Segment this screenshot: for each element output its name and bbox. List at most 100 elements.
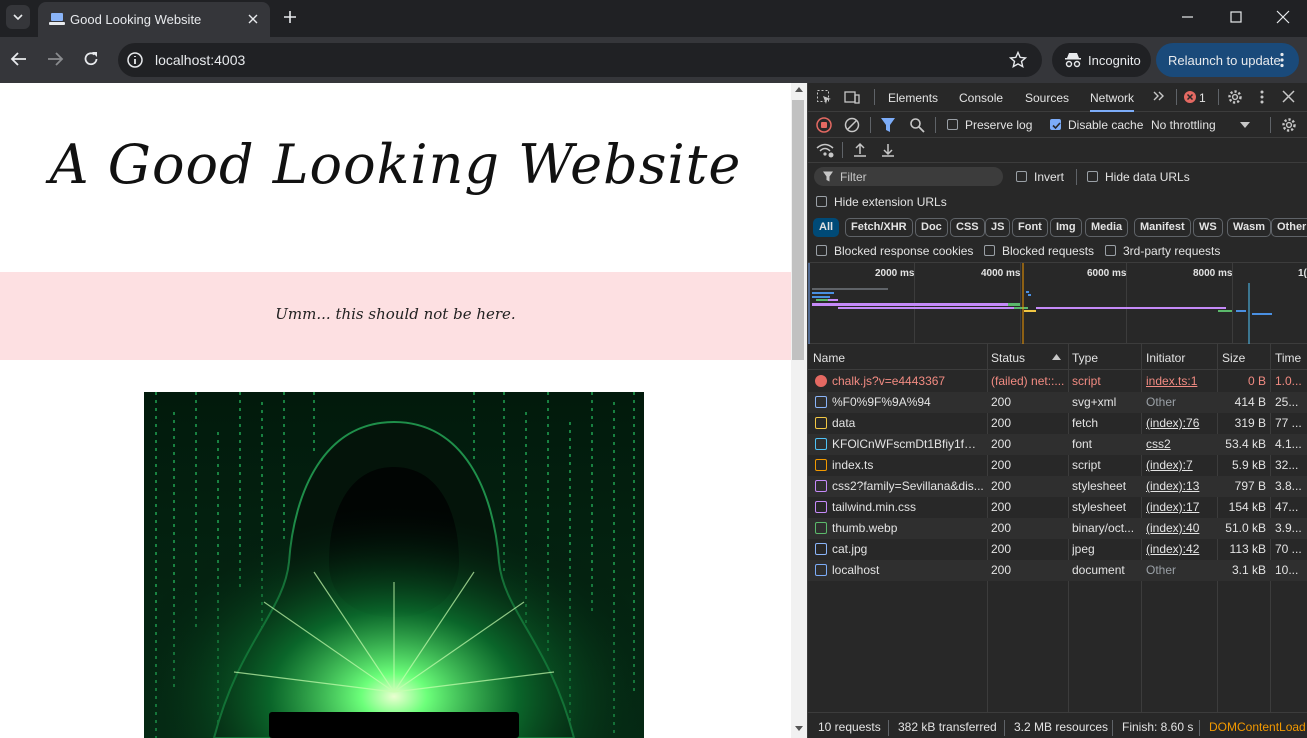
filter-chip-css[interactable]: CSS [950,218,985,237]
browser-toolbar: localhost:4003 Incognito Relaunch to upd… [0,37,1307,83]
maximize-icon[interactable] [1230,10,1242,24]
close-devtools-icon[interactable] [1282,90,1295,103]
disable-cache-checkbox[interactable] [1050,119,1061,130]
more-tabs-icon[interactable] [1152,89,1166,103]
filter-chip-js[interactable]: JS [985,218,1011,237]
inspect-element-icon[interactable] [816,89,832,105]
filter-chip-font[interactable]: Font [1012,218,1048,237]
network-toolbar-secondary [808,138,1307,163]
import-har-icon[interactable] [853,142,867,158]
request-row[interactable]: KFOlCnWFscmDt1Bfiy1fBB... 200 font css2 53.4… [808,434,1307,455]
close-tab-icon[interactable] [245,11,261,27]
request-size: 797 B [1234,479,1266,493]
tab-network[interactable]: Network [1090,91,1135,112]
column-initiator[interactable]: Initiator [1146,351,1185,365]
tab-console[interactable]: Console [959,91,1003,105]
address-bar[interactable]: localhost:4003 [118,43,1042,77]
request-row[interactable]: tailwind.min.css 200 stylesheet (index):17 1… [808,497,1307,518]
request-row[interactable]: css2?family=Sevillana&dis... 200 styleshee… [808,476,1307,497]
relaunch-to-update-button[interactable]: Relaunch to update [1156,43,1299,77]
record-stop-icon[interactable] [816,117,832,133]
new-tab-icon[interactable] [280,7,300,27]
hide-extension-urls-checkbox[interactable] [816,196,827,207]
request-row[interactable]: cat.jpg 200 jpeg (index):42 113 kB 70 ... [808,539,1307,560]
column-name[interactable]: Name [813,351,845,365]
divider [1270,117,1271,133]
page-scrollbar[interactable] [791,83,807,738]
request-row[interactable]: localhost 200 document Other 3.1 kB 10... [808,560,1307,581]
invert-label: Invert [1034,170,1065,184]
incognito-indicator[interactable]: Incognito [1052,43,1151,77]
filter-chip-media[interactable]: Media [1085,218,1129,237]
search-icon[interactable] [909,117,925,133]
request-initiator[interactable]: (index):40 [1146,521,1214,535]
request-time: 77 ... [1275,416,1302,430]
column-time[interactable]: Time [1275,351,1301,365]
throttling-select[interactable]: No throttling [1151,118,1216,132]
preserve-log-checkbox[interactable] [947,119,958,130]
filter-chip-ws[interactable]: WS [1193,218,1223,237]
request-row[interactable]: thumb.webp 200 binary/oct... (index):40 51.0… [808,518,1307,539]
request-status: 200 [991,479,1012,493]
request-status: 200 [991,416,1012,430]
tab-sources[interactable]: Sources [1025,91,1069,105]
filter-chip-img[interactable]: Img [1050,218,1082,237]
request-row[interactable]: data 200 fetch (index):76 319 B 77 ... [808,413,1307,434]
column-type[interactable]: Type [1072,351,1098,365]
request-size: 113 kB [1229,542,1266,556]
request-initiator[interactable]: (index):13 [1146,479,1214,493]
minimize-icon[interactable] [1182,10,1194,24]
filter-funnel-icon[interactable] [881,117,895,133]
request-initiator[interactable]: (index):42 [1146,542,1214,556]
blocked-cookies-checkbox[interactable] [816,245,827,256]
back-arrow-icon[interactable] [10,50,28,68]
hide-data-urls-checkbox[interactable] [1087,171,1098,182]
request-row[interactable]: index.ts 200 script (index):7 5.9 kB 32... [808,455,1307,476]
reload-icon[interactable] [82,50,100,68]
network-conditions-icon[interactable] [816,142,834,158]
forward-arrow-icon[interactable] [46,50,64,68]
filter-chip-manifest[interactable]: Manifest [1134,218,1191,237]
network-timeline-overview[interactable]: 2000 ms 4000 ms 6000 ms 8000 ms 1( [808,263,1307,344]
divider [1076,169,1077,185]
scroll-up-icon[interactable] [795,87,803,92]
export-har-icon[interactable] [881,142,895,158]
filter-chip-other[interactable]: Other [1271,218,1307,237]
filter-chip-all[interactable]: All [813,218,840,237]
request-initiator[interactable]: (index):76 [1146,416,1214,430]
request-row[interactable]: chalk.js?v=e4443367 (failed) net::... scri… [808,371,1307,392]
tab-elements[interactable]: Elements [888,91,938,105]
bookmark-star-icon[interactable] [1009,51,1027,69]
filter-chip-doc[interactable]: Doc [915,218,948,237]
error-icon[interactable] [1184,91,1196,103]
third-party-checkbox[interactable] [1105,245,1116,256]
clear-log-icon[interactable] [844,117,860,133]
scroll-down-icon[interactable] [795,726,803,731]
error-count[interactable]: 1 [1199,91,1206,105]
filter-chip-fetch-xhr[interactable]: Fetch/XHR [845,218,913,237]
browser-tab[interactable]: Good Looking Website [38,2,270,37]
invert-checkbox[interactable] [1016,171,1027,182]
request-initiator[interactable]: index.ts:1 [1146,374,1214,388]
more-menu-icon[interactable] [1280,52,1284,68]
tab-search-button[interactable] [6,5,30,29]
column-size[interactable]: Size [1222,351,1245,365]
filter-input[interactable]: Filter [814,167,1003,186]
column-status[interactable]: Status [991,351,1025,365]
sort-ascending-icon[interactable] [1052,354,1061,360]
request-initiator[interactable]: (index):7 [1146,458,1214,472]
device-toolbar-icon[interactable] [844,89,860,105]
request-row[interactable]: %F0%9F%9A%94 200 svg+xml Other 414 B 25... [808,392,1307,413]
blocked-requests-checkbox[interactable] [984,245,995,256]
scrollbar-thumb[interactable] [792,100,804,360]
chevron-down-icon[interactable] [1240,122,1250,128]
network-settings-gear-icon[interactable] [1281,117,1297,133]
filter-chip-wasm[interactable]: Wasm [1227,218,1271,237]
site-info-icon[interactable] [126,51,144,69]
divider [842,142,843,158]
request-initiator[interactable]: css2 [1146,437,1214,451]
settings-gear-icon[interactable] [1227,89,1243,105]
request-initiator[interactable]: (index):17 [1146,500,1214,514]
close-window-icon[interactable] [1276,10,1290,24]
customize-menu-icon[interactable] [1260,89,1264,105]
